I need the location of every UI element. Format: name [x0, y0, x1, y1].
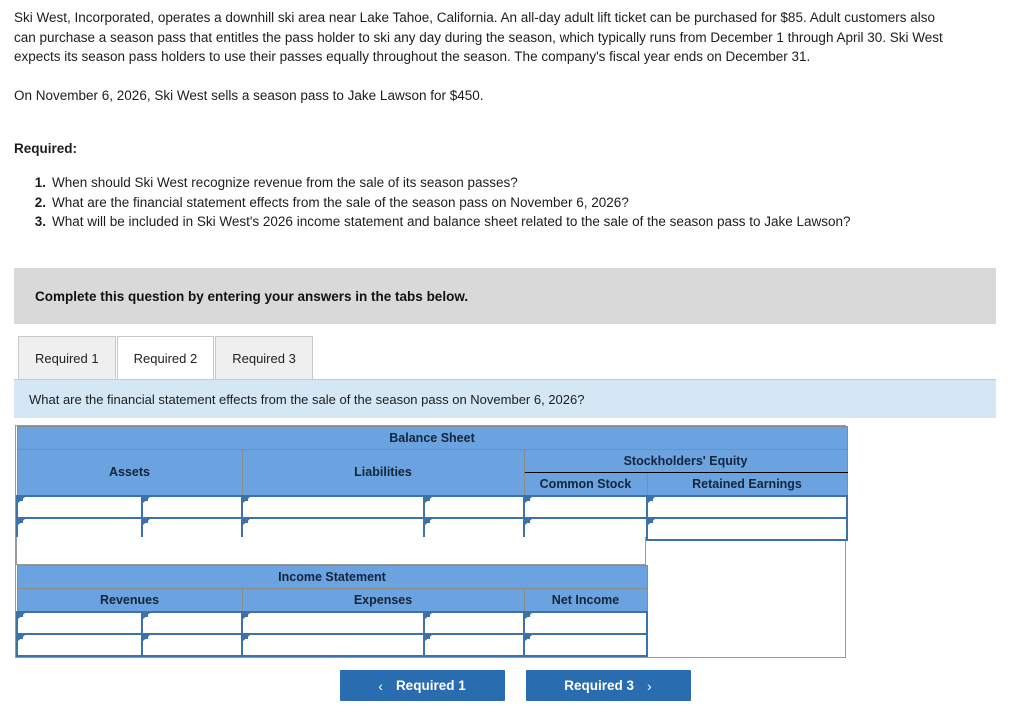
is-row1-net-income-input[interactable] — [523, 610, 648, 635]
chevron-right-icon: › — [647, 677, 652, 694]
tab-required-2[interactable]: Required 2 — [116, 336, 215, 379]
question-banner-text: What are the financial statement effects… — [29, 391, 585, 407]
is-row1-revenues-amount-input[interactable] — [141, 610, 243, 635]
prev-required-button[interactable]: ‹ Required 1 — [339, 670, 505, 701]
bs-row1-retained-earnings-input[interactable] — [645, 494, 849, 519]
column-header-assets: Assets — [16, 449, 243, 496]
balance-sheet-input-row-1 — [16, 494, 849, 519]
bs-row1-assets-label-input[interactable] — [16, 494, 143, 519]
worksheet-panel: Balance Sheet Assets Liabilities Stockho… — [15, 425, 849, 658]
is-row2-expenses-amount-input[interactable] — [423, 632, 525, 657]
next-required-label: Required 3 — [564, 678, 635, 693]
tab-required-3[interactable]: Required 3 — [215, 336, 313, 379]
requirement-number-1: 1. — [34, 175, 46, 190]
income-statement-input-row-1 — [16, 610, 648, 635]
problem-paragraph-2: On November 6, 2026, Ski West sells a se… — [14, 87, 484, 103]
balance-sheet-table: Balance Sheet Assets Liabilities Stockho… — [16, 426, 849, 541]
next-required-button[interactable]: Required 3 › — [525, 670, 691, 701]
bs-row1-liabilities-amount-input[interactable] — [423, 494, 525, 519]
requirement-item-2: 2. What are the financial statement effe… — [14, 193, 944, 213]
requirement-text-3: What will be included in Ski West's 2026… — [52, 214, 851, 229]
prev-required-label: Required 1 — [395, 678, 466, 693]
required-heading: Required: — [14, 141, 78, 156]
income-statement-title: Income Statement — [16, 565, 648, 589]
bs-row1-assets-amount-input[interactable] — [141, 494, 243, 519]
requirement-text-1: When should Ski West recognize revenue f… — [52, 175, 518, 190]
worksheet-spacer-row — [16, 537, 646, 565]
requirement-text-2: What are the financial statement effects… — [52, 194, 629, 210]
instruction-bar: Complete this question by entering your … — [14, 268, 996, 324]
tab-required-1[interactable]: Required 1 — [18, 336, 116, 379]
bs-row1-common-stock-input[interactable] — [523, 494, 648, 519]
is-row1-expenses-label-input[interactable] — [241, 610, 425, 635]
problem-statement: Ski West, Incorporated, operates a downh… — [14, 8, 944, 105]
question-banner: What are the financial statement effects… — [14, 379, 996, 418]
bs-row2-retained-earnings-input[interactable] — [645, 516, 849, 541]
balance-sheet-group-header-row: Assets Liabilities Stockholders' Equity — [16, 449, 848, 496]
is-row2-net-income-input[interactable] — [523, 632, 648, 657]
requirement-item-1: 1. When should Ski West recognize revenu… — [14, 173, 944, 193]
balance-sheet-title-row: Balance Sheet — [16, 426, 848, 450]
income-statement-header-row: Revenues Expenses Net Income — [16, 588, 648, 612]
is-row1-revenues-label-input[interactable] — [16, 610, 143, 635]
is-row2-revenues-amount-input[interactable] — [141, 632, 243, 657]
column-header-stockholders-equity: Stockholders' Equity — [523, 449, 848, 473]
tab-bar: Required 1 Required 2 Required 3 — [18, 334, 314, 379]
balance-sheet-title: Balance Sheet — [16, 426, 848, 450]
column-header-revenues: Revenues — [16, 588, 243, 612]
requirement-number-2: 2. — [34, 194, 46, 210]
column-header-retained-earnings: Retained Earnings — [646, 472, 848, 496]
income-statement-table: Income Statement Revenues Expenses Net I… — [16, 565, 648, 657]
instruction-text: Complete this question by entering your … — [35, 288, 469, 304]
column-header-expenses: Expenses — [241, 588, 525, 612]
requirement-item-3: 3. What will be included in Ski West's 2… — [14, 212, 944, 232]
requirement-number-3: 3. — [34, 214, 46, 229]
chevron-left-icon: ‹ — [378, 677, 383, 694]
income-statement-input-row-2 — [16, 632, 648, 657]
is-row2-expenses-label-input[interactable] — [241, 632, 425, 657]
is-row2-revenues-label-input[interactable] — [16, 632, 143, 657]
problem-paragraph-1: Ski West, Incorporated, operates a downh… — [14, 10, 943, 64]
requirements-list: 1. When should Ski West recognize revenu… — [14, 173, 944, 232]
navigation-bar: ‹ Required 1 Required 3 › — [0, 670, 1030, 701]
bs-row1-liabilities-label-input[interactable] — [241, 494, 425, 519]
column-header-common-stock: Common Stock — [523, 472, 648, 496]
income-statement-title-row: Income Statement — [16, 565, 648, 589]
is-row1-expenses-amount-input[interactable] — [423, 610, 525, 635]
column-header-net-income: Net Income — [523, 588, 648, 612]
column-header-liabilities: Liabilities — [241, 449, 525, 496]
